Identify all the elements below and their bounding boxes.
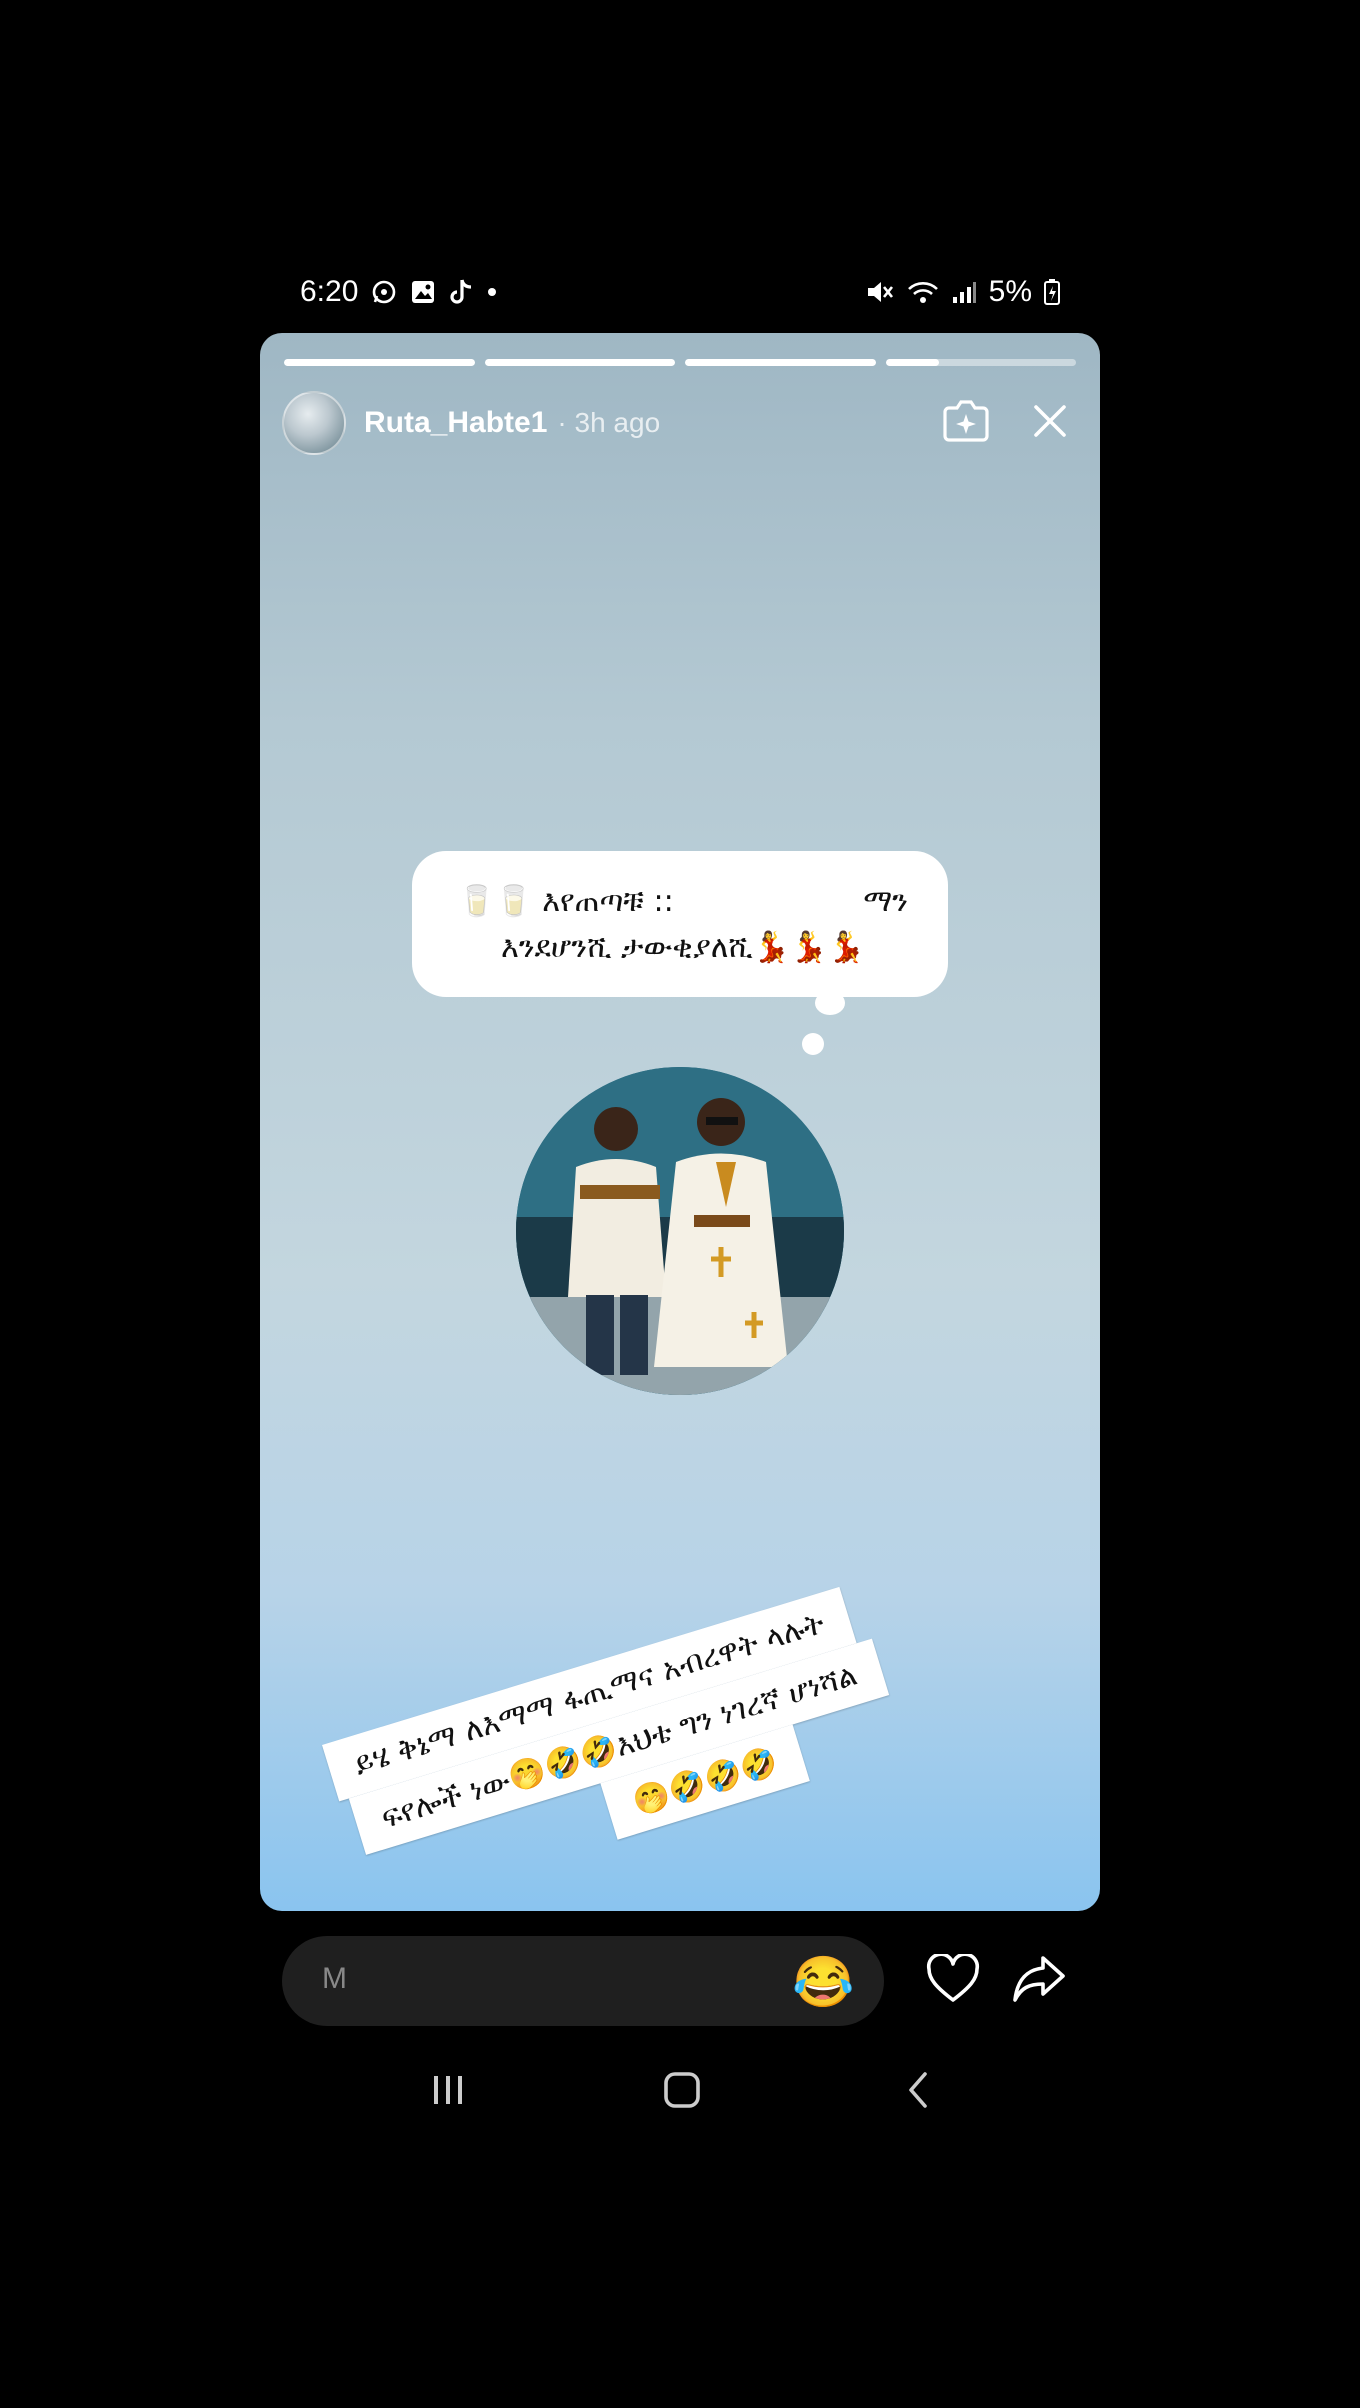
share-icon <box>1011 1954 1067 2009</box>
heart-icon <box>926 1951 980 2009</box>
reaction-emoji[interactable]: 😂 <box>792 1954 854 2010</box>
status-right: 5% <box>865 275 1060 309</box>
bubble-text-right: ማን <box>863 884 908 919</box>
back-icon <box>903 2070 933 2115</box>
bubble-text-left: 🥛🥛 እየጠጣቹ :: <box>458 884 674 919</box>
home-button[interactable] <box>652 2068 712 2116</box>
recent-apps-icon <box>428 2072 468 2113</box>
reply-input-pill[interactable]: M 😂 <box>282 1936 884 2026</box>
story-header: Ruta_Habte1 · 3h ago <box>282 389 1078 457</box>
wifi-icon <box>907 279 939 305</box>
sparkle-icon <box>941 398 991 449</box>
bubble-tail-dot <box>802 1033 824 1055</box>
progress-segment <box>685 359 876 366</box>
whatsapp-icon <box>370 278 398 306</box>
dot-icon <box>486 286 498 298</box>
like-button[interactable] <box>922 1950 984 2012</box>
story-username[interactable]: Ruta_Habte1 <box>364 406 547 440</box>
tiktok-icon <box>448 278 474 306</box>
home-icon <box>662 2070 702 2115</box>
progress-segment <box>284 359 475 366</box>
battery-icon <box>1044 279 1060 305</box>
bottom-bar: M 😂 <box>282 1932 1102 2032</box>
sparkle-button[interactable] <box>938 395 994 451</box>
story-progress <box>284 359 1076 366</box>
close-icon <box>1032 403 1068 444</box>
avatar[interactable] <box>282 391 346 455</box>
thought-bubble: 🥛🥛 እየጠጣቹ :: ማን እንደሆንሺ ታውቂያለሺ💃💃💃 <box>412 851 948 997</box>
status-bar: 6:20 5% <box>300 270 1060 314</box>
progress-segment <box>484 359 675 366</box>
share-button[interactable] <box>1008 1950 1070 2012</box>
bubble-tail <box>815 991 845 1015</box>
reply-input[interactable]: M <box>322 1962 347 1996</box>
gallery-icon <box>410 279 436 305</box>
mute-icon <box>865 278 895 306</box>
battery-percent: 5% <box>988 275 1032 308</box>
recent-apps-button[interactable] <box>418 2068 478 2116</box>
story-time: · 3h ago <box>557 407 661 438</box>
close-button[interactable] <box>1022 395 1078 451</box>
back-button[interactable] <box>888 2068 948 2116</box>
profile-photo <box>516 1067 844 1395</box>
status-time: 6:20 <box>300 275 359 308</box>
progress-segment <box>885 359 1076 366</box>
system-nav-bar <box>0 2060 1360 2124</box>
bubble-text-line2: እንደሆንሺ ታውቂያለሺ💃💃💃 <box>501 930 865 965</box>
signal-icon <box>951 279 977 305</box>
status-left: 6:20 <box>300 275 498 309</box>
